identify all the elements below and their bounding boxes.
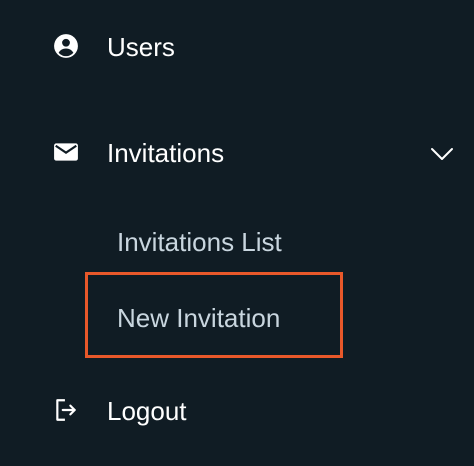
submenu-item-new-invitation[interactable]: New Invitation <box>85 272 343 358</box>
submenu-item-label: New Invitation <box>117 303 281 333</box>
sidebar-item-label: Logout <box>107 396 187 426</box>
logout-icon <box>52 396 80 424</box>
sidebar-item-logout[interactable]: Logout <box>0 382 474 438</box>
envelope-icon <box>52 138 80 166</box>
sidebar-nav: Users Invitations Invitations List New I… <box>0 0 474 466</box>
sidebar-item-users[interactable]: Users <box>0 18 474 74</box>
sidebar-item-invitations[interactable]: Invitations <box>0 124 474 180</box>
sidebar-item-label: Users <box>107 32 175 62</box>
user-circle-icon <box>52 32 80 60</box>
chevron-down-icon[interactable] <box>428 140 456 168</box>
sidebar-item-label: Invitations <box>107 138 225 168</box>
submenu-item-label: Invitations List <box>117 227 282 257</box>
